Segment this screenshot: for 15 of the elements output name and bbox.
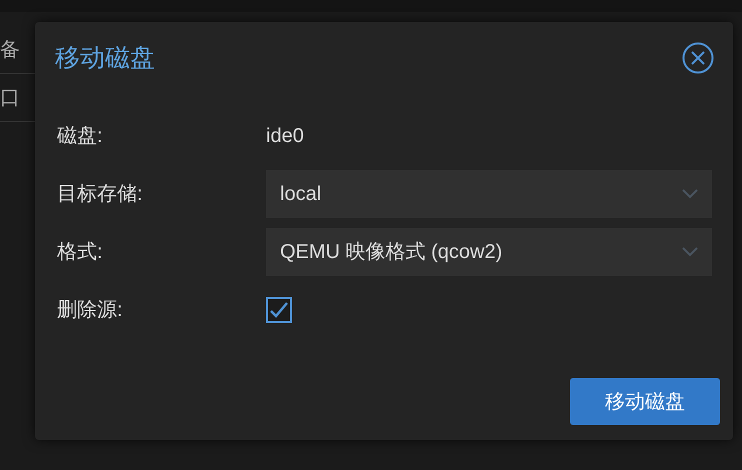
field-label: 删除源:: [57, 298, 124, 323]
move-disk-button[interactable]: 移动磁盘: [570, 378, 720, 425]
chevron-down-icon: [682, 247, 698, 257]
field-label: 目标存储:: [57, 182, 144, 207]
row-label: 备: [0, 38, 20, 62]
select-field[interactable]: QEMU 映像格式 (qcow2): [266, 228, 712, 276]
row-label: 口: [0, 86, 20, 110]
checkbox[interactable]: [266, 297, 292, 323]
field-value: ide0: [266, 124, 304, 149]
field-label: 磁盘:: [57, 124, 104, 149]
field-label: 格式:: [57, 240, 104, 265]
close-icon[interactable]: [682, 42, 714, 74]
select-field[interactable]: local: [266, 170, 712, 218]
dialog-title: 移动磁盘: [55, 43, 155, 74]
chevron-down-icon: [682, 189, 698, 199]
